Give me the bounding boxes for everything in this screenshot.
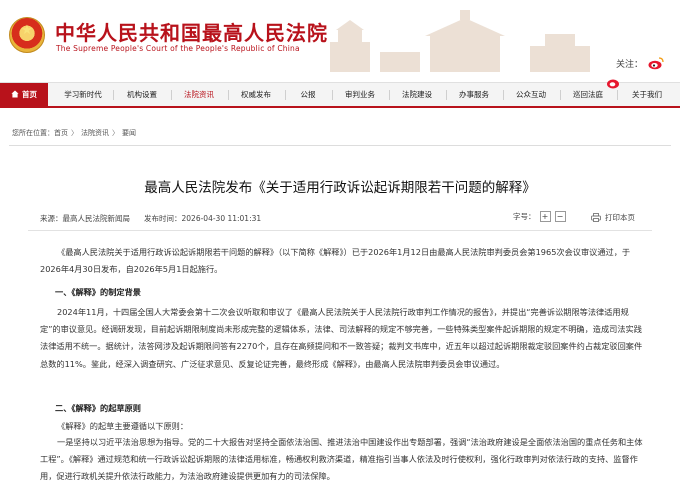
meta-divider <box>28 230 652 231</box>
main-nav: 首页 学习新时代 机构设置 法院资讯 权威发布 公报 审判业务 法院建设 办事服… <box>0 79 680 108</box>
site-title[interactable]: 中华人民共和国最高人民法院 <box>55 17 328 46</box>
print-button[interactable]: 打印本页 <box>591 212 635 223</box>
site-header: ★ 中华人民共和国最高人民法院 The Supreme People's Cou… <box>0 0 680 80</box>
national-emblem-icon[interactable]: ★ <box>9 17 45 53</box>
breadcrumb-prefix: 您所在位置： <box>12 129 54 137</box>
nav-label: 办事服务 <box>459 90 489 99</box>
nav-divider <box>503 90 504 100</box>
breadcrumb-separator: 〉 <box>71 129 78 137</box>
font-decrease-button[interactable]: − <box>554 211 566 222</box>
breadcrumb-divider <box>9 145 671 146</box>
nav-label: 公众互动 <box>516 90 546 99</box>
article-paragraph: 2024年11月，十四届全国人大常委会第十二次会议听取和审议了《最高人民法院关于… <box>40 307 643 369</box>
font-size-label: 字号： <box>513 212 536 221</box>
nav-label: 审判业务 <box>345 90 375 99</box>
breadcrumb-item-headlines[interactable]: 要闻 <box>122 129 136 137</box>
article-publish-time: 发布时间：2026-04-30 11:01:31 <box>144 214 262 223</box>
nav-label: 学习新时代 <box>64 90 102 99</box>
nav-item-study[interactable]: 学习新时代 <box>58 83 108 107</box>
nav-divider <box>285 90 286 100</box>
nav-item-services[interactable]: 办事服务 <box>450 83 498 107</box>
nav-divider <box>228 90 229 100</box>
breadcrumb-item-home[interactable]: 首页 <box>54 129 68 137</box>
section-heading: 一、《解释》的制定背景 <box>55 287 141 297</box>
weibo-icon[interactable] <box>648 56 664 70</box>
nav-item-public-interaction[interactable]: 公众互动 <box>507 83 555 107</box>
nav-item-authoritative-release[interactable]: 权威发布 <box>232 83 280 107</box>
article-meta: 来源：最高人民法院新闻局 发布时间：2026-04-30 11:01:31 <box>40 213 275 224</box>
nav-divider <box>617 90 618 100</box>
weibo-badge-icon <box>607 79 619 89</box>
nav-label: 关于我们 <box>632 90 662 99</box>
nav-item-home[interactable]: 首页 <box>0 83 48 107</box>
breadcrumb-separator: 〉 <box>112 129 119 137</box>
article-source: 来源：最高人民法院新闻局 <box>40 214 130 223</box>
nav-label: 权威发布 <box>241 90 271 99</box>
font-increase-button[interactable]: + <box>539 211 551 222</box>
nav-item-circuit-courts[interactable]: 巡回法庭 <box>564 83 612 107</box>
breadcrumb-item-court-news[interactable]: 法院资讯 <box>81 129 109 137</box>
article-paragraph: 《最高人民法院关于适用行政诉讼起诉期限若干问题的解释》（以下简称《解释》）已于2… <box>40 247 631 275</box>
nav-item-about-us[interactable]: 关于我们 <box>621 83 673 107</box>
nav-label: 法院建设 <box>402 90 432 99</box>
building-skyline-decoration <box>330 10 590 72</box>
nav-label: 机构设置 <box>127 90 157 99</box>
nav-item-organization[interactable]: 机构设置 <box>118 83 166 107</box>
site-subtitle: The Supreme People's Court of the People… <box>56 44 300 53</box>
nav-divider <box>446 90 447 100</box>
nav-label: 法院资讯 <box>184 90 214 99</box>
nav-item-gazette[interactable]: 公报 <box>289 83 327 107</box>
home-icon <box>11 90 19 98</box>
nav-item-trial-business[interactable]: 审判业务 <box>336 83 384 107</box>
nav-divider <box>171 90 172 100</box>
nav-divider <box>113 90 114 100</box>
article-paragraph: 一是坚持以习近平法治思想为指导。党的二十大报告对坚持全面依法治国、推进法治中国建… <box>40 437 643 482</box>
print-label: 打印本页 <box>605 213 635 222</box>
nav-label: 首页 <box>22 90 37 99</box>
breadcrumb: 您所在位置：首页〉法院资讯〉要闻 <box>12 128 136 138</box>
nav-label: 公报 <box>300 90 316 99</box>
font-size-control: 字号： + − <box>513 211 566 222</box>
nav-divider <box>560 90 561 100</box>
nav-item-court-construction[interactable]: 法院建设 <box>393 83 441 107</box>
nav-label: 巡回法庭 <box>573 90 603 99</box>
nav-item-court-news[interactable]: 法院资讯 <box>175 83 223 107</box>
section-heading: 二、《解释》的起草原则 <box>55 403 141 413</box>
article-title: 最高人民法院发布《关于适用行政诉讼起诉期限若干问题的解释》 <box>144 180 536 196</box>
nav-divider <box>332 90 333 100</box>
printer-icon <box>591 213 601 222</box>
nav-divider <box>389 90 390 100</box>
article-paragraph: 《解释》的起草主要遵循以下原则： <box>57 421 189 431</box>
follow-area: 关注： <box>616 56 664 70</box>
follow-label: 关注： <box>615 59 643 70</box>
